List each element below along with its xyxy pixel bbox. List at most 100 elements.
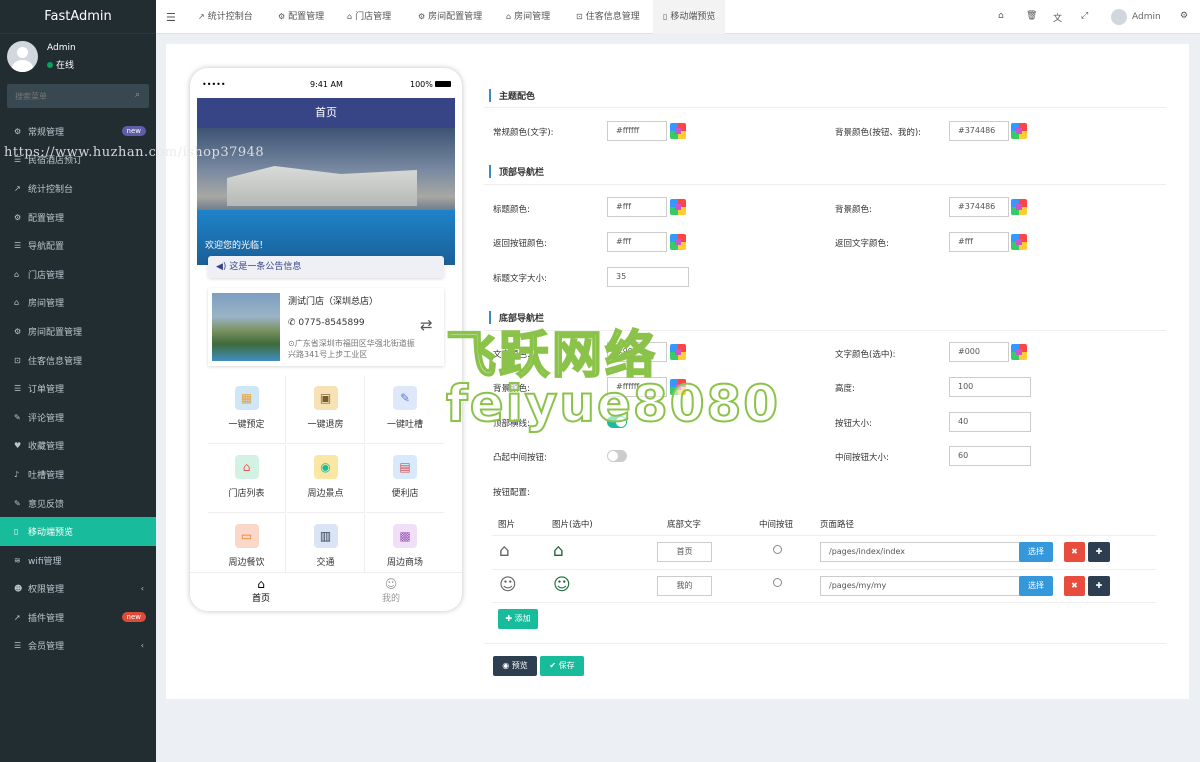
- title-color-input[interactable]: #fff: [607, 197, 667, 217]
- menu-toggle-icon[interactable]: ☰: [166, 11, 176, 24]
- grid-item-shop[interactable]: ▤ 便利店: [366, 445, 444, 513]
- btn-size-input[interactable]: 40: [949, 412, 1031, 432]
- bottom-text-input[interactable]: 我的: [657, 576, 712, 596]
- tab-mobile-preview[interactable]: ▯ 移动端预览: [653, 0, 726, 34]
- phone-header: 首页: [197, 98, 455, 128]
- tabbar-home[interactable]: ⌂ 首页: [221, 577, 301, 604]
- search-input[interactable]: [7, 84, 127, 108]
- tab-room[interactable]: ⌂ 房间管理: [506, 0, 550, 34]
- sidebar-item-guest[interactable]: ⊡ 住客信息管理: [0, 346, 156, 375]
- brand-logo[interactable]: FastAdmin: [0, 0, 156, 34]
- title-size-input[interactable]: 35: [607, 267, 689, 287]
- tabbar-label: 我的: [381, 594, 400, 604]
- color-picker-icon[interactable]: [670, 344, 686, 360]
- search-icon[interactable]: ⌕: [135, 90, 140, 100]
- user-icon[interactable]: ☺: [499, 575, 517, 595]
- sidebar-item-label: 房间管理: [28, 299, 65, 310]
- save-button[interactable]: ✔ 保存: [540, 656, 584, 676]
- back-btn-color-input[interactable]: #fff: [607, 232, 667, 252]
- sidebar-item-room[interactable]: ⌂ 房间管理: [0, 289, 156, 318]
- home-icon[interactable]: ⌂: [553, 541, 564, 561]
- color-picker-icon[interactable]: [1011, 234, 1027, 250]
- tab-room-config[interactable]: ⚙ 房间配置管理: [418, 0, 482, 34]
- back-text-color-input[interactable]: #fff: [949, 232, 1009, 252]
- sidebar-item-comment[interactable]: ✎ 评论管理: [0, 403, 156, 432]
- sidebar-menu: ⚙ 常规管理 new ☰ 民宿酒店预订 ↗ 统计控制台 ⚙ 配置管理 ☰ 导航配置 ⌂ 门店管…: [0, 117, 156, 660]
- sidebar-item-store[interactable]: ⌂ 门店管理: [0, 260, 156, 289]
- color-picker-icon[interactable]: [1011, 123, 1027, 139]
- grid-item-complain[interactable]: ✎ 一键吐槽: [366, 376, 444, 444]
- drag-button[interactable]: ✚: [1088, 542, 1110, 562]
- mid-size-input[interactable]: 60: [949, 446, 1031, 466]
- delete-button[interactable]: ✖: [1064, 576, 1085, 596]
- store-card[interactable]: 测试门店（深圳总店） ✆ 0775-8545899 ⊙广东省深圳市福田区华强北街…: [208, 288, 444, 366]
- color-picker-icon[interactable]: [670, 234, 686, 250]
- middle-btn-radio[interactable]: [773, 545, 782, 554]
- page-path-input[interactable]: /pages/index/index: [820, 542, 1020, 562]
- notice-bar[interactable]: ◀) 这是一条公告信息: [208, 256, 444, 278]
- preview-button[interactable]: ◉ 预览: [493, 656, 537, 676]
- grid-item-book[interactable]: ▦ 一键预定: [208, 376, 286, 444]
- sidebar-item-dashboard[interactable]: ↗ 统计控制台: [0, 174, 156, 203]
- table-header-middle: 中间按钮: [759, 520, 794, 530]
- sidebar-item-plugin[interactable]: ➚ 插件管理 new: [0, 603, 156, 632]
- sidebar-item-config[interactable]: ⚙ 配置管理: [0, 203, 156, 232]
- height-input[interactable]: 100: [949, 377, 1031, 397]
- avatar[interactable]: [1111, 9, 1127, 25]
- home-icon[interactable]: ⌂: [499, 541, 510, 561]
- top-navbar: ☰ ↗ 统计控制台 ⚙ 配置管理 ⌂ 门店管理 ⚙ 房间配置管理 ⌂ 房间管理 ⊡ 住客信息…: [156, 0, 1200, 34]
- tab-store[interactable]: ⌂ 门店管理: [347, 0, 391, 34]
- page-path-input[interactable]: /pages/my/my: [820, 576, 1020, 596]
- bottom-text-input[interactable]: 首页: [657, 542, 712, 562]
- delete-button[interactable]: ✖: [1064, 542, 1085, 562]
- grid-item-stores[interactable]: ⌂ 门店列表: [208, 445, 286, 513]
- sidebar-item-general[interactable]: ⚙ 常规管理 new: [0, 117, 156, 146]
- select-button[interactable]: 选择: [1019, 576, 1053, 596]
- color-picker-icon[interactable]: [1011, 199, 1027, 215]
- note-icon: ✎: [393, 386, 417, 410]
- gear-icon[interactable]: ⚙: [1180, 11, 1188, 21]
- select-button[interactable]: 选择: [1019, 542, 1053, 562]
- sidebar-item-complaint[interactable]: ♪ 吐槽管理: [0, 460, 156, 489]
- admin-name[interactable]: Admin: [1132, 12, 1161, 22]
- tab-guest[interactable]: ⊡ 住客信息管理: [576, 0, 640, 34]
- section-topnav-title: 顶部导航栏: [489, 165, 544, 178]
- add-button[interactable]: ✚ 添加: [498, 609, 538, 629]
- sidebar-item-feedback[interactable]: ✎ 意见反馈: [0, 489, 156, 518]
- sidebar-item-wifi[interactable]: ≋ wifi管理: [0, 546, 156, 575]
- tab-label: 房间配置管理: [428, 12, 483, 22]
- swap-icon[interactable]: ⇄: [420, 316, 433, 334]
- middle-btn-radio[interactable]: [773, 578, 782, 587]
- color-picker-icon[interactable]: [670, 123, 686, 139]
- sidebar-item-order[interactable]: ☰ 订单管理: [0, 374, 156, 403]
- drag-button[interactable]: ✚: [1088, 576, 1110, 596]
- language-icon[interactable]: 文: [1053, 11, 1062, 24]
- color-picker-icon[interactable]: [670, 199, 686, 215]
- store-name: 测试门店（深圳总店）: [288, 297, 379, 307]
- trash-icon[interactable]: 🗑: [1026, 11, 1037, 21]
- sidebar-item-room-config[interactable]: ⚙ 房间配置管理: [0, 317, 156, 346]
- mic-icon: ♪: [14, 469, 20, 479]
- tab-dashboard[interactable]: ↗ 统计控制台: [198, 0, 253, 34]
- grid-item-checkout[interactable]: ▣ 一键退房: [287, 376, 365, 444]
- fullscreen-icon[interactable]: ⤢: [1081, 11, 1088, 21]
- check-icon: ✔: [549, 661, 559, 670]
- home-icon[interactable]: ⌂: [998, 11, 1004, 21]
- bg-color-input[interactable]: #374486: [949, 121, 1009, 141]
- top-bg-input[interactable]: #374486: [949, 197, 1009, 217]
- tab-config[interactable]: ⚙ 配置管理: [278, 0, 324, 34]
- grid-item-sights[interactable]: ◉ 周边景点: [287, 445, 365, 513]
- color-picker-icon[interactable]: [1011, 344, 1027, 360]
- text-sel-color-input[interactable]: #000: [949, 342, 1009, 362]
- raised-btn-toggle[interactable]: [607, 450, 627, 462]
- sidebar-item-permission[interactable]: ☻ 权限管理 ‹: [0, 575, 156, 604]
- normal-color-input[interactable]: #ffffff: [607, 121, 667, 141]
- sidebar-item-mobile-preview[interactable]: ▯ 移动端预览: [0, 517, 156, 546]
- sidebar-item-nav[interactable]: ☰ 导航配置: [0, 231, 156, 260]
- tabbar-my[interactable]: ☺ 我的: [351, 577, 431, 604]
- sidebar-item-label: wifi管理: [28, 556, 62, 567]
- sidebar-item-member[interactable]: ☰ 会员管理 ‹: [0, 632, 156, 661]
- checkout-icon: ▣: [313, 386, 338, 410]
- user-icon[interactable]: ☺: [553, 575, 571, 595]
- sidebar-item-favorite[interactable]: ♥ 收藏管理: [0, 432, 156, 461]
